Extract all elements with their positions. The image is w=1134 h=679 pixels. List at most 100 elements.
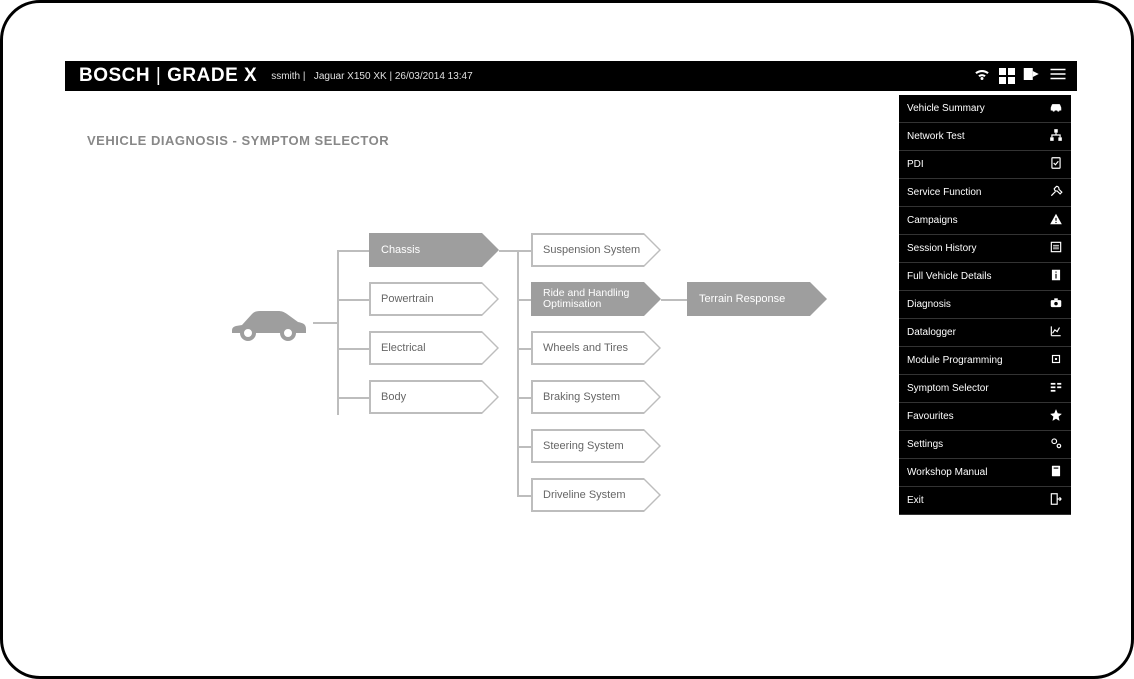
connector: [517, 299, 531, 301]
sidebar-label: Module Programming: [907, 355, 1003, 366]
tools-icon: [1049, 184, 1063, 201]
session-info: ssmith | Jaguar X150 XK | 26/03/2014 13:…: [271, 71, 472, 82]
sidebar-item-diagnosis[interactable]: Diagnosis: [899, 291, 1071, 319]
sidebar-label: Session History: [907, 243, 976, 254]
user: ssmith: [271, 71, 300, 82]
symptom-cat-powertrain[interactable]: Powertrain: [369, 282, 499, 316]
symptom-sub-wheels-tires[interactable]: Wheels and Tires: [531, 331, 661, 365]
sidebar-label: PDI: [907, 159, 924, 170]
symptom-cat-body[interactable]: Body: [369, 380, 499, 414]
connector: [337, 348, 369, 350]
symptom-label: Braking System: [543, 391, 620, 403]
sidebar-item-vehicle-summary[interactable]: Vehicle Summary: [899, 95, 1071, 123]
sidebar-item-symptom-selector[interactable]: Symptom Selector: [899, 375, 1071, 403]
connector: [517, 446, 531, 448]
connector: [337, 250, 339, 415]
sidebar-item-settings[interactable]: Settings: [899, 431, 1071, 459]
symptom-sub-steering[interactable]: Steering System: [531, 429, 661, 463]
symptom-sub-suspension[interactable]: Suspension System: [531, 233, 661, 267]
gears-icon: [1049, 436, 1063, 453]
sidebar: Vehicle Summary Network Test PDI Service…: [899, 95, 1071, 515]
symptom-label: Driveline System: [543, 489, 626, 501]
symptom-sub-braking[interactable]: Braking System: [531, 380, 661, 414]
sidebar-item-workshop-manual[interactable]: Workshop Manual: [899, 459, 1071, 487]
connector: [517, 397, 531, 399]
clipboard-check-icon: [1049, 156, 1063, 173]
sidebar-item-favourites[interactable]: Favourites: [899, 403, 1071, 431]
chart-icon: [1049, 324, 1063, 341]
apps-grid-icon[interactable]: [999, 68, 1015, 84]
symptom-leaf-terrain-response[interactable]: Terrain Response: [687, 282, 827, 316]
sidebar-item-full-vehicle-details[interactable]: Full Vehicle Details: [899, 263, 1071, 291]
connector: [499, 250, 517, 252]
connector: [517, 495, 531, 497]
connector: [517, 250, 519, 497]
topbar-icons: [973, 65, 1077, 88]
network-icon: [1049, 128, 1063, 145]
connector: [337, 250, 369, 252]
connector: [337, 397, 369, 399]
symptom-label: Terrain Response: [699, 293, 785, 305]
connector: [337, 299, 369, 301]
selector-icon: [1049, 380, 1063, 397]
sidebar-item-network-test[interactable]: Network Test: [899, 123, 1071, 151]
page-title: VEHICLE DIAGNOSIS - SYMPTOM SELECTOR: [87, 133, 389, 148]
brand-right: GRADE X: [167, 65, 257, 86]
sidebar-item-service-function[interactable]: Service Function: [899, 179, 1071, 207]
star-icon: [1049, 408, 1063, 425]
sidebar-label: Diagnosis: [907, 299, 951, 310]
sidebar-label: Exit: [907, 495, 924, 506]
exit-icon: [1049, 492, 1063, 509]
sidebar-item-datalogger[interactable]: Datalogger: [899, 319, 1071, 347]
sidebar-item-pdi[interactable]: PDI: [899, 151, 1071, 179]
sidebar-item-exit[interactable]: Exit: [899, 487, 1071, 515]
sidebar-label: Favourites: [907, 411, 954, 422]
sidebar-item-campaigns[interactable]: Campaigns: [899, 207, 1071, 235]
connector: [517, 250, 531, 252]
sidebar-label: Settings: [907, 439, 943, 450]
sidebar-label: Vehicle Summary: [907, 103, 985, 114]
symptom-label: Ride and Handling Optimisation: [543, 288, 644, 310]
connector: [313, 322, 337, 324]
symptom-label: Electrical: [381, 342, 426, 354]
sidebar-label: Campaigns: [907, 215, 958, 226]
sidebar-label: Workshop Manual: [907, 467, 987, 478]
top-bar: BOSCH | GRADE X ssmith | Jaguar X150 XK …: [65, 61, 1077, 91]
vehicle: Jaguar X150 XK: [314, 71, 387, 82]
symptom-cat-chassis[interactable]: Chassis: [369, 233, 499, 267]
brand: BOSCH | GRADE X: [65, 65, 257, 87]
sidebar-item-session-history[interactable]: Session History: [899, 235, 1071, 263]
brand-left: BOSCH: [79, 65, 150, 86]
car-icon: [228, 303, 310, 348]
list-icon: [1049, 240, 1063, 257]
sidebar-label: Network Test: [907, 131, 965, 142]
symptom-cat-electrical[interactable]: Electrical: [369, 331, 499, 365]
book-icon: [1049, 464, 1063, 481]
info-icon: [1049, 268, 1063, 285]
brand-sep: |: [156, 65, 167, 86]
exit-arrow-icon[interactable]: [1023, 65, 1041, 88]
sidebar-label: Datalogger: [907, 327, 956, 338]
wifi-icon[interactable]: [973, 65, 991, 88]
sidebar-item-module-programming[interactable]: Module Programming: [899, 347, 1071, 375]
car-icon: [1049, 100, 1063, 117]
symptom-label: Body: [381, 391, 406, 403]
symptom-label: Suspension System: [543, 244, 640, 256]
sidebar-label: Full Vehicle Details: [907, 271, 991, 282]
menu-lines-icon[interactable]: [1049, 65, 1067, 88]
app-frame: BOSCH | GRADE X ssmith | Jaguar X150 XK …: [0, 0, 1134, 679]
sidebar-label: Symptom Selector: [907, 383, 989, 394]
symptom-sub-ride-handling[interactable]: Ride and Handling Optimisation: [531, 282, 661, 316]
connector: [661, 299, 687, 301]
symptom-label: Steering System: [543, 440, 624, 452]
connector: [517, 348, 531, 350]
symptom-label: Powertrain: [381, 293, 434, 305]
chip-icon: [1049, 352, 1063, 369]
symptom-label: Chassis: [381, 244, 420, 256]
symptom-sub-driveline[interactable]: Driveline System: [531, 478, 661, 512]
datetime: 26/03/2014 13:47: [395, 71, 473, 82]
warning-icon: [1049, 212, 1063, 229]
camera-icon: [1049, 296, 1063, 313]
symptom-label: Wheels and Tires: [543, 342, 628, 354]
sidebar-label: Service Function: [907, 187, 981, 198]
